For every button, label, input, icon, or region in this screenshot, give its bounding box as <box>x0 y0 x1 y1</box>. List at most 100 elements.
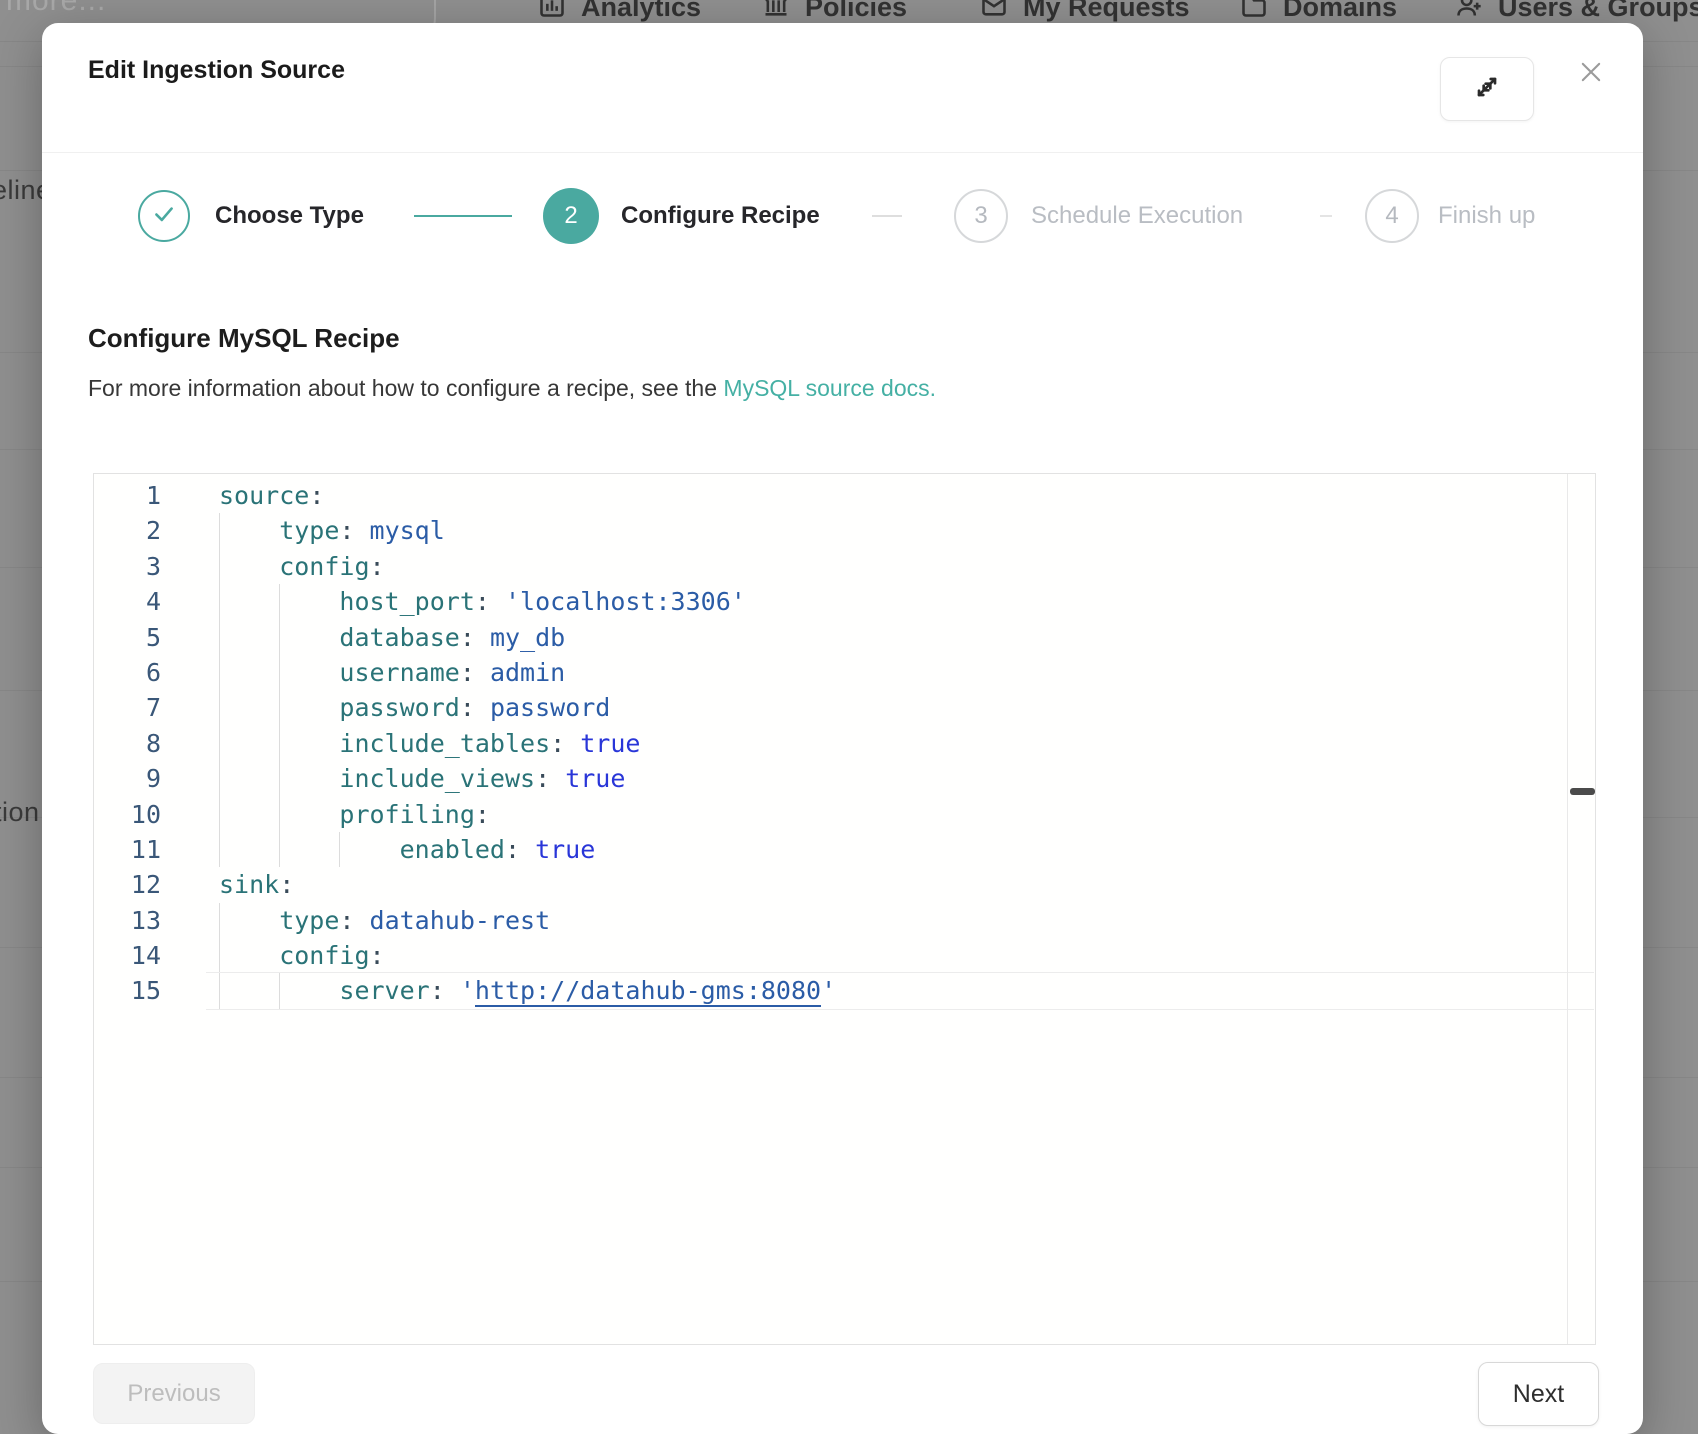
close-button[interactable] <box>1569 52 1613 96</box>
indent-guide <box>279 655 280 690</box>
line-number: 3 <box>94 549 161 584</box>
code-line[interactable]: 6username: admin <box>94 655 1595 690</box>
indent-guide <box>219 620 220 655</box>
expand-button[interactable] <box>1440 57 1534 121</box>
indent-guide <box>279 726 280 761</box>
code-token-key: config <box>279 552 369 581</box>
line-number: 14 <box>94 938 161 973</box>
code-token-punct: : <box>370 552 385 581</box>
step-1-circle[interactable] <box>138 190 190 242</box>
bg-text-fragment: tion <box>0 797 40 828</box>
code-token-punct: : <box>339 516 369 545</box>
indent-guide <box>279 584 280 619</box>
indent-guide <box>219 726 220 761</box>
section-heading: Configure MySQL Recipe <box>88 323 400 354</box>
code-token-punct: : <box>535 764 565 793</box>
code-token-scalar: datahub-rest <box>370 906 551 935</box>
section-description: For more information about how to config… <box>88 375 936 402</box>
code-token-scalar: my_db <box>490 623 565 652</box>
editor-scrollbar-track <box>1567 474 1568 1344</box>
code-line[interactable]: 3 config: <box>94 549 1595 584</box>
step-3-label[interactable]: Schedule Execution <box>1031 190 1243 242</box>
indent-guide <box>279 620 280 655</box>
line-number: 12 <box>94 867 161 902</box>
step-3-circle[interactable]: 3 <box>954 189 1008 243</box>
code-token-key: database <box>339 623 459 652</box>
close-icon <box>1577 58 1605 91</box>
stepper-connector <box>1320 215 1332 217</box>
code-lines: 1source:2type: mysql3 config: 4host_port: … <box>94 478 1595 1009</box>
code-line[interactable]: 2type: mysql <box>94 513 1595 548</box>
code-token-scalar: password <box>490 693 610 722</box>
code-token-punct: : <box>309 481 324 510</box>
code-token-str: 'localhost:3306' <box>505 587 746 616</box>
step-2-label[interactable]: Configure Recipe <box>621 190 820 242</box>
header-divider <box>42 152 1643 153</box>
step-4-label[interactable]: Finish up <box>1438 190 1535 242</box>
recipe-code-editor[interactable]: 1source:2type: mysql3 config: 4host_port: … <box>93 473 1596 1345</box>
code-line[interactable]: 5database: my_db <box>94 620 1595 655</box>
code-token-str: ' <box>460 976 475 1005</box>
check-icon <box>151 201 177 232</box>
code-line[interactable]: 9include_views: true <box>94 761 1595 796</box>
step-3-number: 3 <box>974 202 987 230</box>
indent-guide <box>219 938 220 973</box>
step-2-number: 2 <box>564 202 577 230</box>
code-token-str: ' <box>821 976 836 1005</box>
indent-guide <box>279 797 280 832</box>
line-number: 5 <box>94 620 161 655</box>
line-number: 13 <box>94 903 161 938</box>
indent-guide <box>219 690 220 725</box>
stepper-connector <box>872 215 902 217</box>
step-4-circle[interactable]: 4 <box>1365 189 1419 243</box>
modal-title: Edit Ingestion Source <box>88 56 345 85</box>
indent-guide <box>279 832 280 867</box>
description-text: For more information about how to config… <box>88 375 723 401</box>
code-token-key: server <box>339 976 429 1005</box>
next-button[interactable]: Next <box>1478 1362 1599 1426</box>
code-line[interactable]: 12sink: <box>94 867 1595 902</box>
code-token-key: source <box>219 481 309 510</box>
indent-guide <box>219 513 220 548</box>
indent-guide <box>279 761 280 796</box>
step-1-label[interactable]: Choose Type <box>215 190 364 242</box>
code-token-punct: : <box>550 729 580 758</box>
code-token-punct: : <box>430 976 460 1005</box>
code-token-punct: : <box>460 693 490 722</box>
step-2-circle[interactable]: 2 <box>543 188 599 244</box>
previous-button[interactable]: Previous <box>93 1363 255 1424</box>
code-line[interactable]: 15server: 'http://datahub-gms:8080' <box>94 973 1595 1008</box>
indent-guide <box>219 832 220 867</box>
stepper-connector <box>414 215 512 217</box>
indent-guide <box>219 903 220 938</box>
code-token-scalar: admin <box>490 658 565 687</box>
editor-scrollbar-thumb[interactable] <box>1570 788 1595 795</box>
line-number: 8 <box>94 726 161 761</box>
code-token-bool: true <box>565 764 625 793</box>
code-token-bool: true <box>535 835 595 864</box>
source-docs-link[interactable]: MySQL source docs. <box>723 375 936 401</box>
line-number: 11 <box>94 832 161 867</box>
code-line[interactable]: 7password: password <box>94 690 1595 725</box>
line-number: 4 <box>94 584 161 619</box>
indent-guide <box>219 549 220 584</box>
step-4-number: 4 <box>1385 202 1398 230</box>
code-line[interactable]: 13type: datahub-rest <box>94 903 1595 938</box>
code-line[interactable]: 10profiling: <box>94 797 1595 832</box>
line-number: 6 <box>94 655 161 690</box>
page: { "background": { "search_fragment": "mo… <box>0 0 1698 1434</box>
code-line[interactable]: 4host_port: 'localhost:3306' <box>94 584 1595 619</box>
code-line[interactable]: 8include_tables: true <box>94 726 1595 761</box>
edit-ingestion-source-modal: Edit Ingestion Source <box>42 23 1643 1434</box>
code-line[interactable]: 1source: <box>94 478 1595 513</box>
code-token-punct: : <box>460 658 490 687</box>
indent-guide <box>219 973 220 1008</box>
code-token-key: enabled <box>400 835 505 864</box>
code-line[interactable]: 11enabled: true <box>94 832 1595 867</box>
code-token-punct: : <box>279 870 294 899</box>
code-token-bool: true <box>580 729 640 758</box>
indent-guide <box>219 584 220 619</box>
code-line[interactable]: 14config: <box>94 938 1595 973</box>
search-placeholder-fragment: more... <box>6 0 106 18</box>
code-token-key: password <box>339 693 459 722</box>
